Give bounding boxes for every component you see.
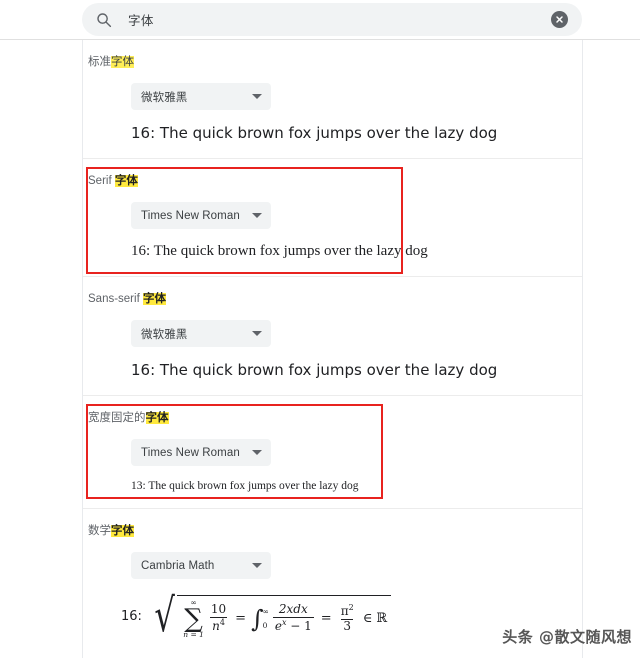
fraction-1-numerator: 10: [210, 602, 227, 617]
section-label-standard: 标准字体: [83, 54, 582, 70]
search-icon: [96, 12, 112, 28]
chevron-down-icon: [252, 450, 262, 455]
member-of-symbol: ∈: [362, 611, 373, 626]
close-circle-icon[interactable]: [551, 11, 568, 28]
label-highlight: 字体: [111, 56, 134, 68]
section-label-math: 数学字体: [83, 523, 582, 539]
fraction-2-denominator: ex − 1: [272, 617, 314, 634]
section-label-sans-serif: Sans-serif 字体: [83, 291, 582, 307]
chevron-down-icon: [252, 94, 262, 99]
font-dropdown-math[interactable]: Cambria Math: [131, 552, 271, 579]
label-prefix: 标准: [88, 56, 111, 68]
equals-2: =: [320, 611, 332, 626]
chevron-down-icon: [252, 331, 262, 336]
dropdown-value-serif: Times New Roman: [141, 209, 240, 222]
num-base: π: [340, 604, 349, 619]
label-highlight: 字体: [111, 525, 134, 537]
summation-group: ∞ ∑ n = 1: [183, 599, 204, 638]
den-base: n: [212, 619, 220, 633]
font-dropdown-standard[interactable]: 微软雅黑: [131, 83, 271, 110]
fraction-3-denominator: 3: [341, 619, 354, 633]
sum-lower-limit: n = 1: [183, 629, 204, 639]
label-prefix: 宽度固定的: [88, 412, 146, 424]
num-exponent: 2: [348, 603, 354, 613]
settings-page-body: 标准字体 微软雅黑 16: The quick brown fox jumps …: [0, 39, 640, 658]
search-input-value[interactable]: 字体: [128, 10, 551, 29]
radical-group: √ ∞ ∑ n = 1 10 n4 = ∫ ∞ 0 2xdx ex − 1 = …: [150, 588, 392, 642]
den-exponent: 4: [219, 618, 225, 627]
font-preview-sans-serif: 16: The quick brown fox jumps over the l…: [131, 361, 498, 379]
math-prefix: 16:: [121, 609, 142, 624]
dropdown-value-fixed-width: Times New Roman: [141, 446, 240, 459]
den-base: e: [274, 619, 282, 633]
search-field[interactable]: 字体: [82, 3, 582, 36]
radical-sign: √: [154, 588, 175, 642]
label-highlight: 字体: [142, 293, 166, 305]
fraction-3: π2 3: [339, 603, 356, 634]
font-preview-serif: 16: The quick brown fox jumps over the l…: [131, 243, 428, 259]
chevron-down-icon: [252, 563, 262, 568]
right-divider: [582, 40, 583, 658]
den-rest: − 1: [286, 619, 312, 633]
search-bar-container: 字体: [0, 0, 640, 39]
sum-glyph: ∑: [184, 603, 203, 634]
integral-group: ∫ ∞ 0: [251, 606, 269, 631]
dropdown-value-standard: 微软雅黑: [141, 91, 188, 104]
label-prefix: Serif: [88, 175, 115, 187]
font-section-fixed-width: 宽度固定的字体 Times New Roman 13: The quick br…: [83, 395, 582, 508]
font-dropdown-fixed-width[interactable]: Times New Roman: [131, 439, 271, 466]
equals-1: =: [235, 611, 247, 626]
watermark: 头条 @散文随风想: [502, 628, 632, 646]
font-dropdown-serif[interactable]: Times New Roman: [131, 202, 271, 229]
font-section-sans-serif: Sans-serif 字体 微软雅黑 16: The quick brown f…: [83, 276, 582, 395]
fraction-1: 10 n4: [209, 602, 228, 634]
integral-limits: ∞ 0: [262, 606, 269, 630]
fraction-1-denominator: n4: [210, 617, 227, 634]
integral-lower-limit: 0: [262, 620, 268, 630]
label-prefix: Sans-serif: [88, 293, 143, 305]
fraction-3-numerator: π2: [339, 603, 356, 619]
integral-upper-limit: ∞: [262, 606, 269, 616]
radical-contents: ∞ ∑ n = 1 10 n4 = ∫ ∞ 0 2xdx ex − 1 = π2…: [177, 595, 392, 638]
label-prefix: 数学: [88, 525, 111, 537]
font-section-serif: Serif 字体 Times New Roman 16: The quick b…: [83, 158, 582, 276]
section-label-serif: Serif 字体: [83, 173, 582, 189]
label-highlight: 字体: [114, 175, 138, 187]
font-preview-fixed-width: 13: The quick brown fox jumps over the l…: [131, 480, 359, 492]
font-dropdown-sans-serif[interactable]: 微软雅黑: [131, 320, 271, 347]
fraction-2-numerator: 2xdx: [278, 602, 308, 617]
real-numbers-symbol: ℝ: [376, 611, 388, 626]
label-highlight: 字体: [145, 412, 169, 424]
dropdown-value-math: Cambria Math: [141, 559, 215, 572]
font-section-standard: 标准字体 微软雅黑 16: The quick brown fox jumps …: [83, 40, 582, 158]
font-preview-standard: 16: The quick brown fox jumps over the l…: [131, 124, 498, 142]
section-label-fixed-width: 宽度固定的字体: [83, 410, 582, 426]
font-settings-list: 标准字体 微软雅黑 16: The quick brown fox jumps …: [83, 40, 582, 658]
fraction-2: 2xdx ex − 1: [272, 602, 314, 634]
chevron-down-icon: [252, 213, 262, 218]
dropdown-value-sans-serif: 微软雅黑: [141, 328, 188, 341]
